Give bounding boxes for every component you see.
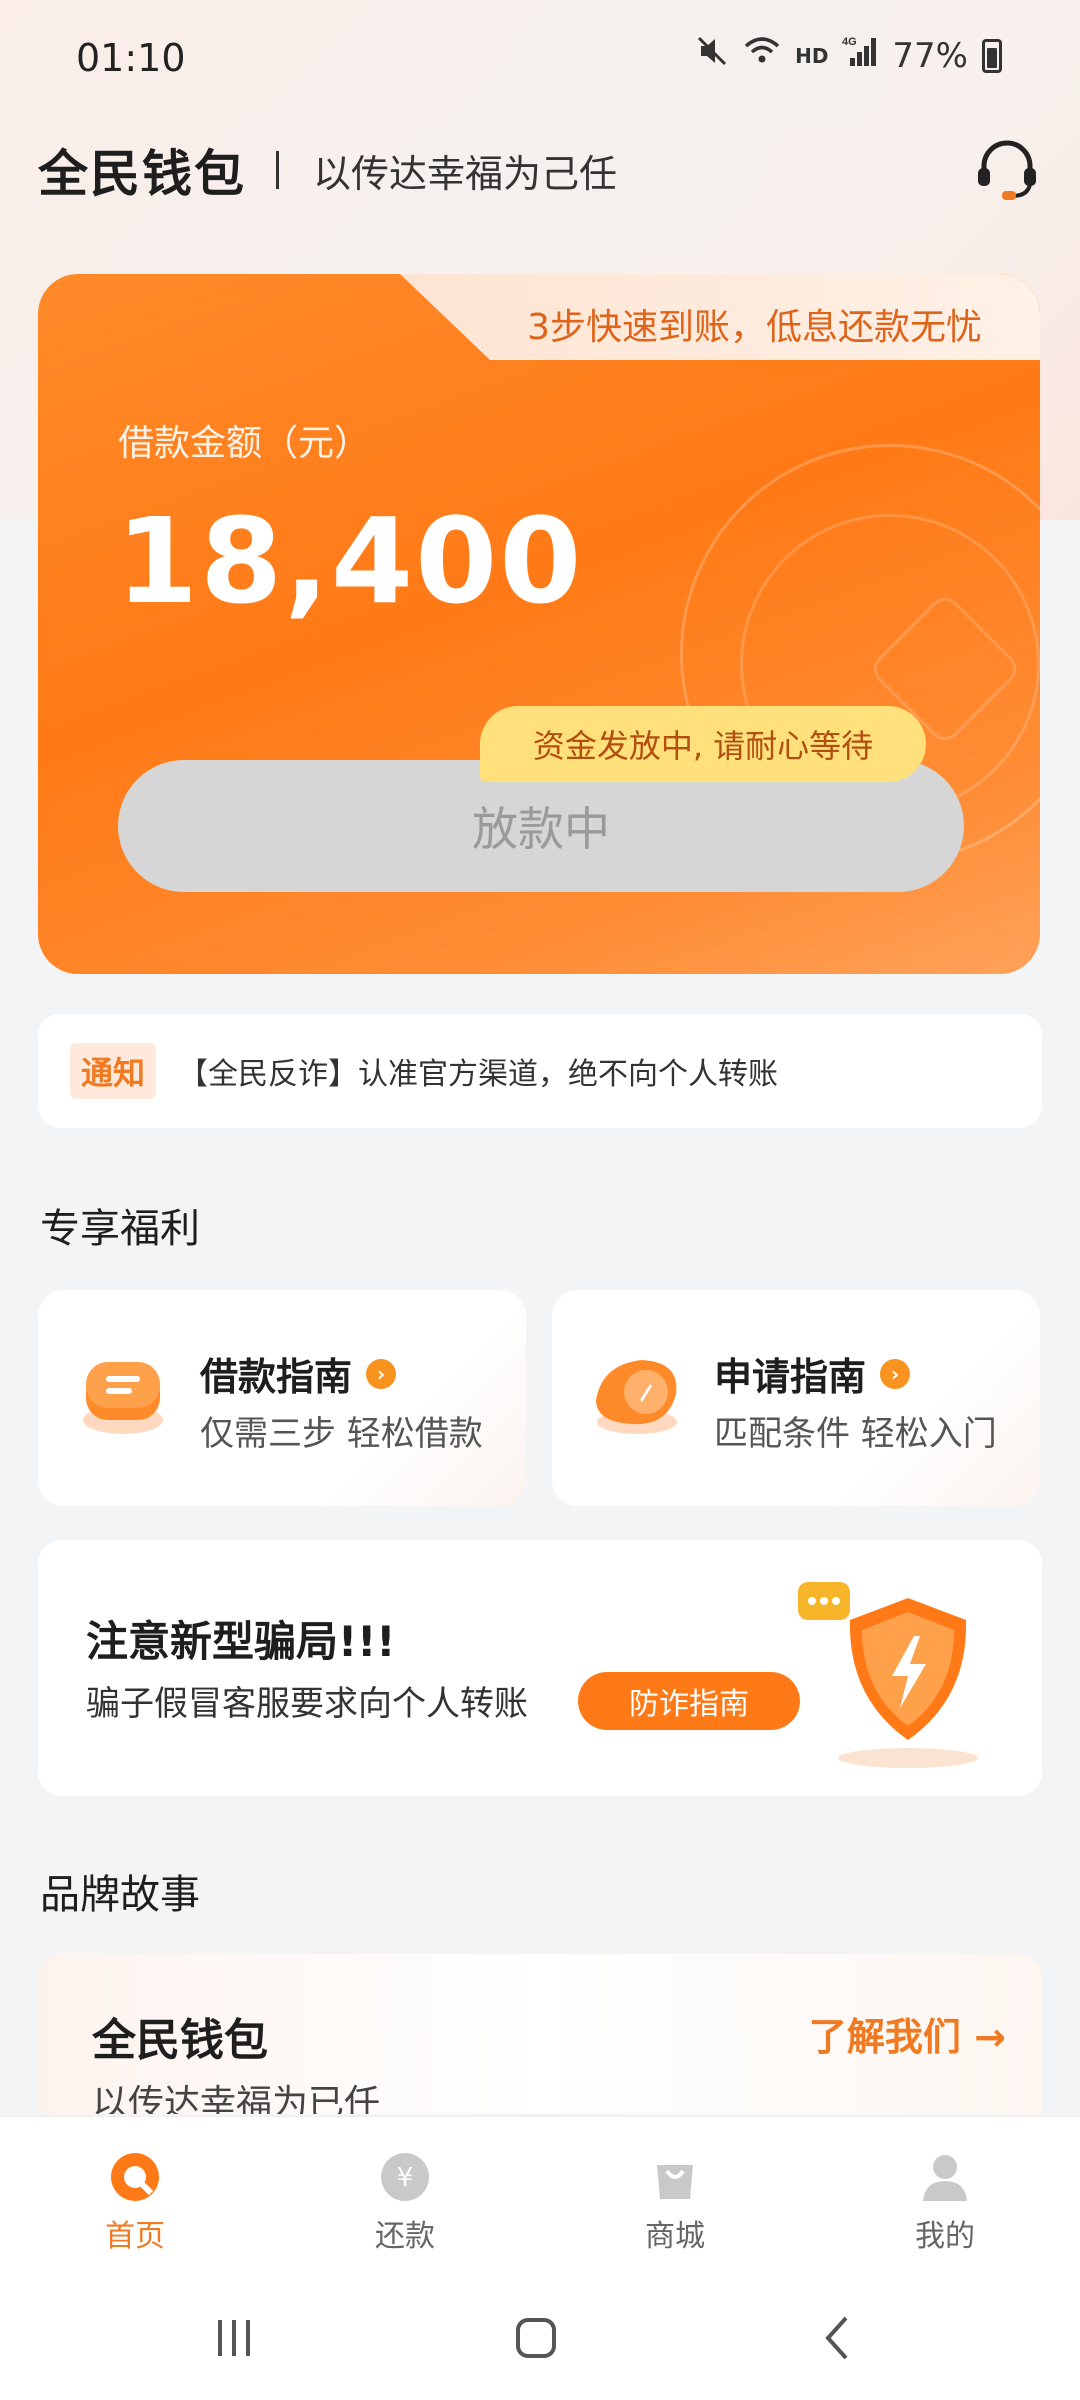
amount-label: 借款金额（元）: [118, 423, 371, 464]
brand-story-section-title: 品牌故事: [40, 1872, 200, 1918]
card-tab-text: 3步快速到账，低息还款无忧: [527, 307, 982, 348]
customer-service-icon[interactable]: [972, 134, 1042, 204]
app-header: 全民钱包 以传达幸福为己任: [38, 130, 1042, 210]
anti-fraud-banner[interactable]: 注意新型骗局!!! 骗子假冒客服要求向个人转账 防诈指南: [38, 1540, 1042, 1796]
battery-icon: [982, 38, 1002, 73]
network-type: HD: [795, 43, 829, 68]
status-icons: HD 4G 77%: [695, 34, 1002, 77]
loan-card: 3步快速到账，低息还款无忧 借款金额（元） 18,400 放款中 资金发放中, …: [38, 274, 1040, 974]
profile-icon: [919, 2151, 971, 2203]
benefits-section-title: 专享福利: [40, 1206, 200, 1252]
repay-icon: ¥: [379, 2151, 431, 2203]
amount-value: 18,400: [116, 492, 584, 630]
nav-shop[interactable]: 商城: [540, 2117, 810, 2270]
svg-text:¥: ¥: [397, 2163, 414, 2193]
status-tip-bubble: 资金发放中, 请耐心等待: [480, 706, 926, 782]
signal-label: 4G: [842, 36, 857, 48]
brand-story-card[interactable]: 全民钱包 以传达幸福为已任 了解我们 →: [38, 1954, 1042, 2114]
wifi-icon: [743, 34, 781, 77]
apply-guide-subtitle: 匹配条件 轻松入门: [714, 1414, 997, 1454]
nav-shop-label: 商城: [645, 2219, 705, 2254]
nav-repay-label: 还款: [375, 2219, 435, 2254]
shop-icon: [649, 2151, 701, 2203]
loan-guide-title-text: 借款指南: [200, 1355, 353, 1399]
battery-percent: 77%: [892, 35, 968, 76]
brand-name: 全民钱包: [38, 145, 246, 203]
chevron-right-icon: ›: [366, 1358, 397, 1389]
status-bar: 01:10 HD 4G 77%: [0, 0, 1080, 120]
shield-icon: [788, 1558, 998, 1778]
recent-apps-icon[interactable]: [204, 2308, 264, 2368]
header-divider: [276, 151, 279, 189]
fraud-title: 注意新型骗局!!!: [86, 1617, 396, 1666]
loan-guide-card[interactable]: 借款指南 › 仅需三步 轻松借款: [38, 1290, 526, 1506]
bottom-navigation: 首页 ¥ 还款 商城 我的: [0, 2116, 1080, 2270]
about-us-link[interactable]: 了解我们 →: [809, 2006, 1006, 2061]
nav-home-label: 首页: [105, 2219, 165, 2254]
notice-bar[interactable]: 通知 【全民反诈】认准官方渠道，绝不向个人转账: [38, 1014, 1042, 1128]
story-subtitle: 以传达幸福为已任: [92, 2083, 381, 2114]
loan-guide-icon: [68, 1340, 178, 1450]
brand-slogan: 以传达幸福为己任: [313, 151, 618, 196]
apply-guide-icon: [582, 1340, 692, 1450]
home-icon: [109, 2151, 161, 2203]
home-button-icon[interactable]: [506, 2308, 566, 2368]
chevron-right-icon: ›: [880, 1358, 911, 1389]
nav-repay[interactable]: ¥ 还款: [270, 2117, 540, 2270]
loan-guide-subtitle: 仅需三步 轻松借款: [200, 1414, 483, 1454]
fraud-subtitle: 骗子假冒客服要求向个人转账: [86, 1684, 528, 1724]
signal-icon: 4G: [842, 34, 878, 77]
apply-guide-title-text: 申请指南: [714, 1355, 867, 1399]
mute-icon: [695, 34, 729, 77]
story-title: 全民钱包: [92, 2015, 268, 2066]
nav-profile[interactable]: 我的: [810, 2117, 1080, 2270]
notice-tag: 通知: [70, 1043, 156, 1099]
apply-guide-card[interactable]: 申请指南 › 匹配条件 轻松入门: [552, 1290, 1040, 1506]
nav-home[interactable]: 首页: [0, 2117, 270, 2270]
anti-fraud-guide-button[interactable]: 防诈指南: [578, 1672, 800, 1730]
loan-guide-title: 借款指南 ›: [200, 1346, 397, 1401]
system-navigation-bar: [0, 2270, 1080, 2400]
nav-profile-label: 我的: [915, 2219, 975, 2254]
status-time: 01:10: [76, 36, 186, 80]
apply-guide-title: 申请指南 ›: [714, 1346, 911, 1401]
back-icon[interactable]: [808, 2308, 868, 2368]
notice-text: 【全民反诈】认准官方渠道，绝不向个人转账: [178, 1057, 778, 1092]
